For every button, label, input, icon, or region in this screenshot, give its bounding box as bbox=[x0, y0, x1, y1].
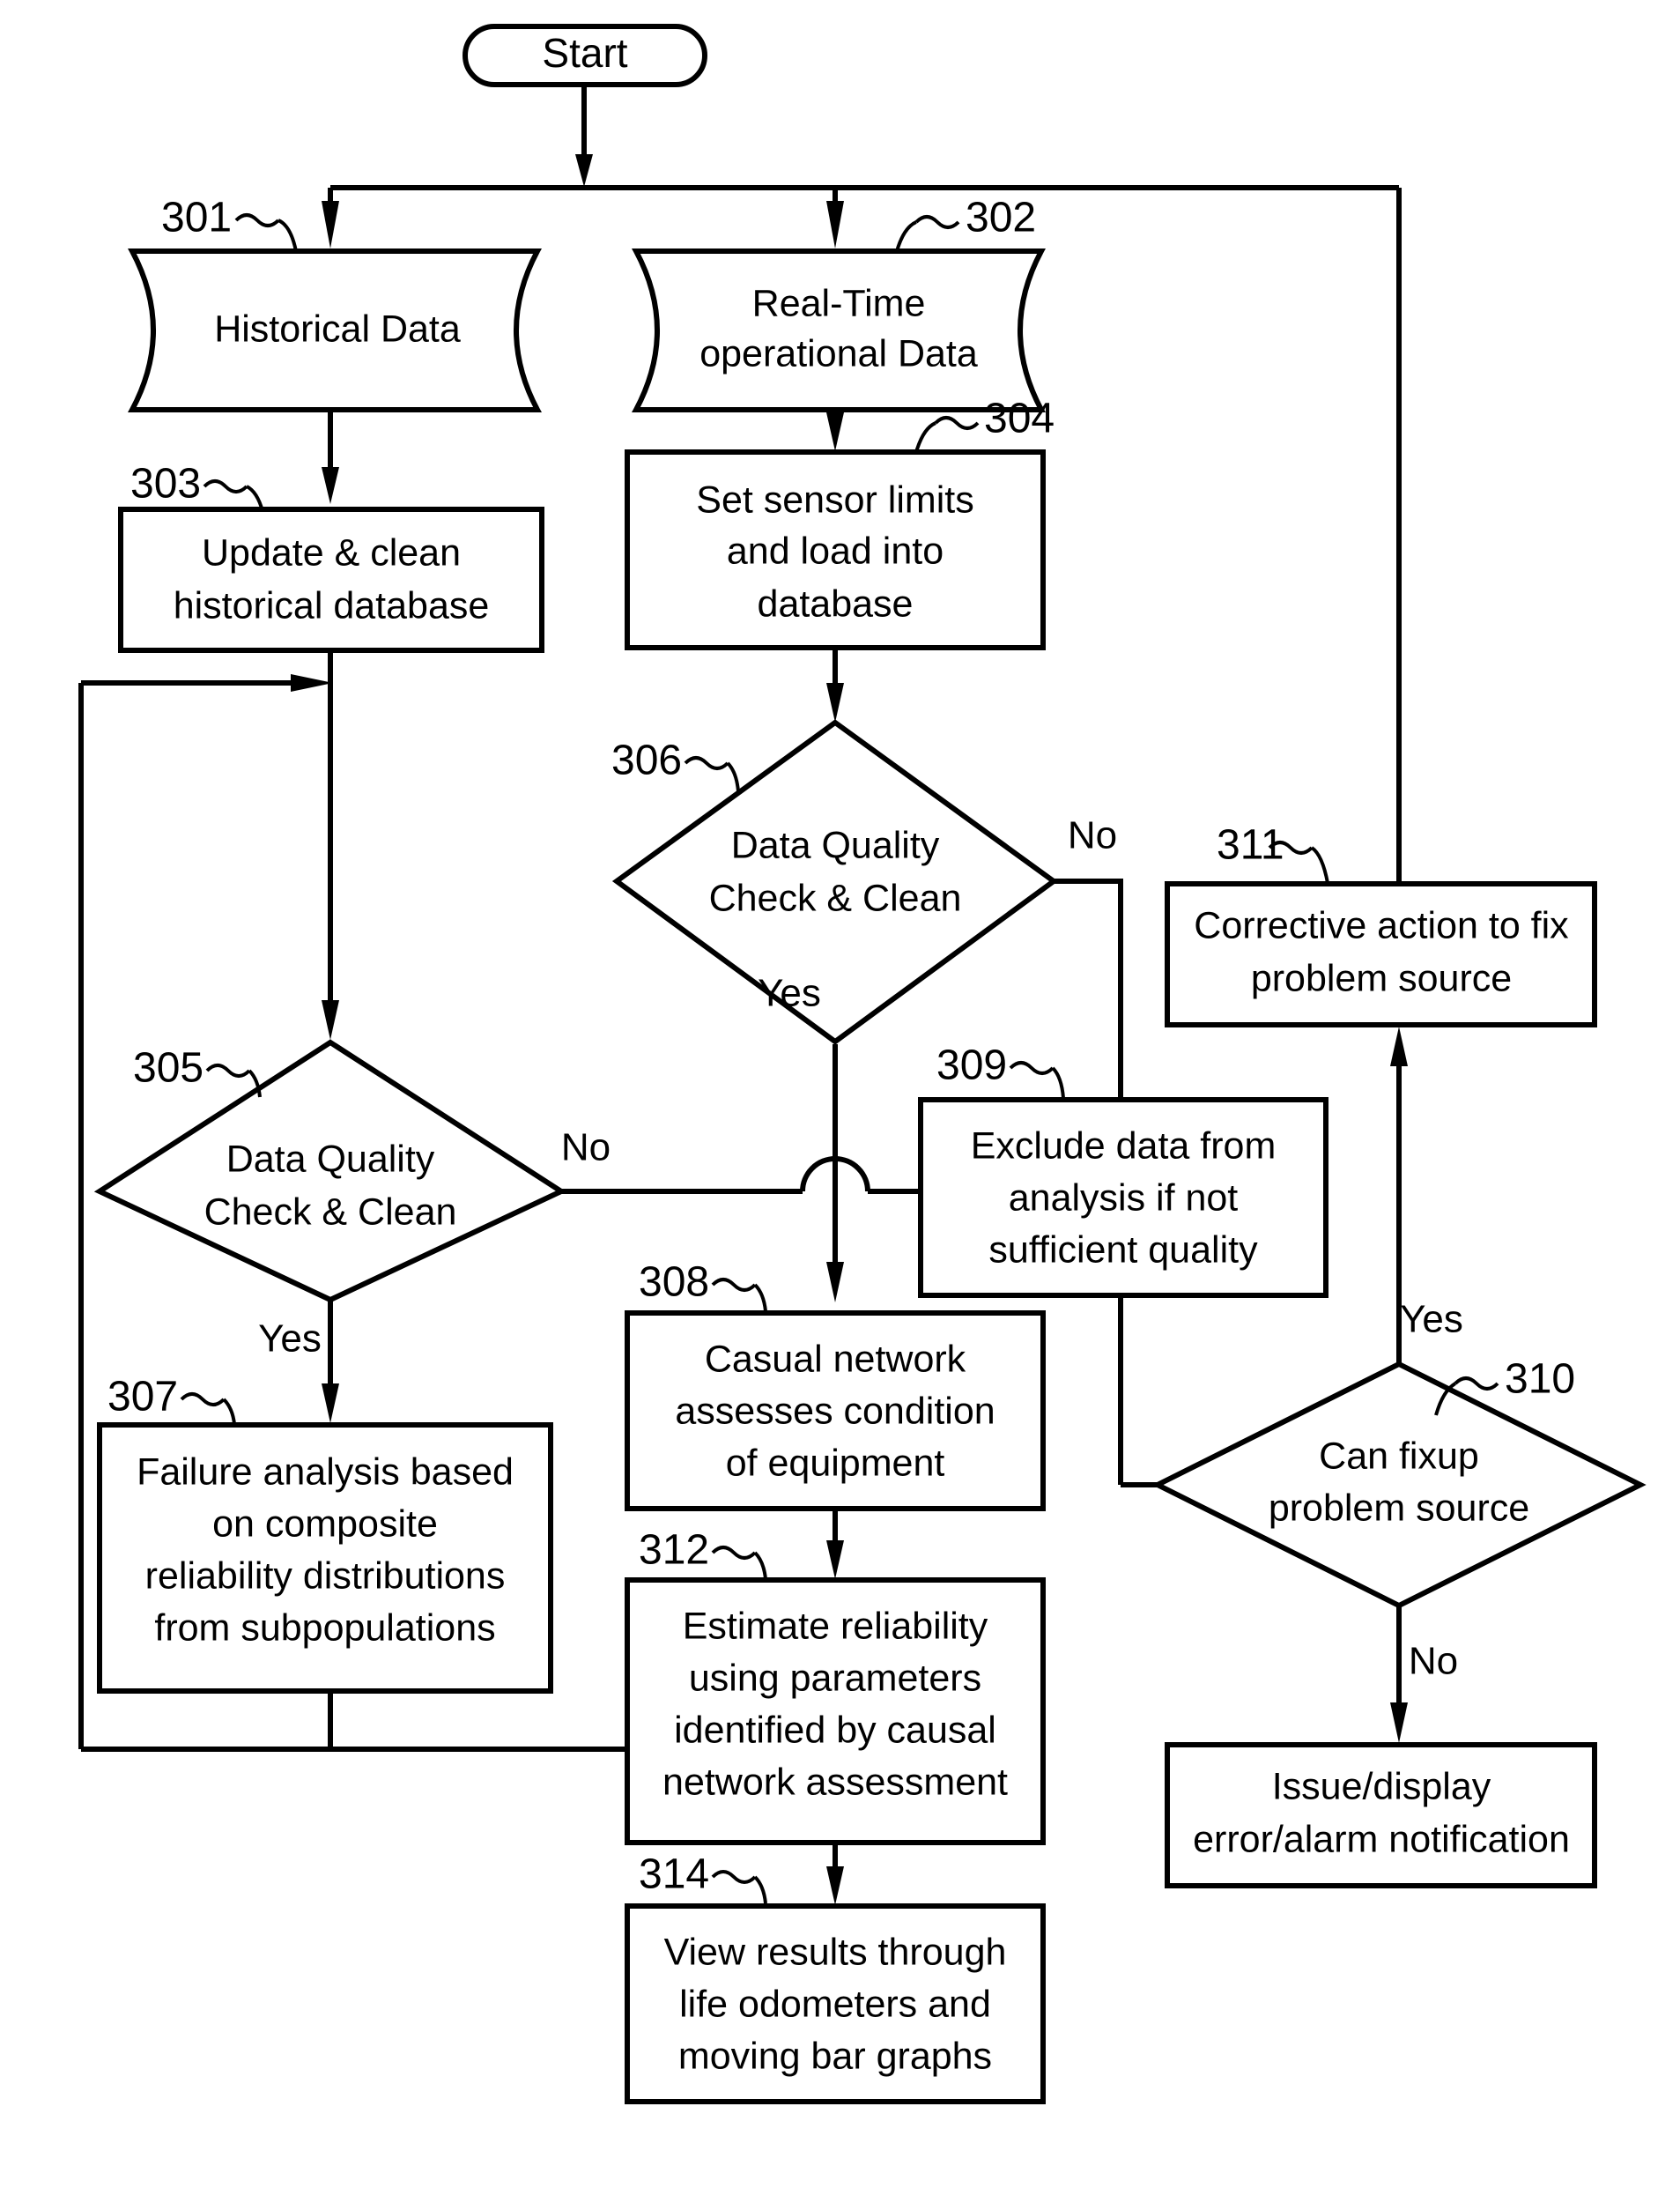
node-307-failure-analysis[interactable]: Failure analysis based on composite reli… bbox=[97, 1422, 553, 1694]
node-306-label-line1: Data Quality bbox=[731, 824, 940, 866]
ref-301-label: 301 bbox=[161, 195, 232, 241]
node-304-label-line3: database bbox=[758, 582, 914, 625]
ref-308: 308 bbox=[639, 1259, 767, 1312]
node-313-label-line2: error/alarm notification bbox=[1193, 1818, 1570, 1860]
node-307-label-line2: on composite bbox=[212, 1502, 438, 1545]
ref-303-label: 303 bbox=[130, 461, 201, 508]
node-314-label-line1: View results through bbox=[664, 1931, 1007, 1973]
node-312-label-line4: network assessment bbox=[662, 1761, 1008, 1803]
node-309-label-line1: Exclude data from bbox=[971, 1124, 1277, 1167]
edge-305-no-to-309 bbox=[561, 1156, 921, 1194]
ref-314: 314 bbox=[639, 1851, 767, 1904]
edge-bus-to-301 bbox=[322, 188, 339, 248]
ref-302: 302 bbox=[895, 195, 1036, 252]
edge-bus-to-302 bbox=[826, 188, 844, 248]
node-302-realtime-data[interactable]: Real-Time operational Data bbox=[632, 248, 1046, 412]
node-305-label-line2: Check & Clean bbox=[204, 1190, 457, 1233]
edge-310-no-to-notification bbox=[1390, 1606, 1408, 1743]
flowchart-svg: Start Historical Data Real-Time operatio… bbox=[78, 24, 1647, 2104]
node-314-label-line2: life odometers and bbox=[679, 1983, 991, 2025]
node-304-label-line2: and load into bbox=[727, 530, 944, 572]
ref-309-label: 309 bbox=[936, 1042, 1007, 1089]
edge-305-yes-to-307 bbox=[322, 1300, 339, 1423]
node-308-label-line2: assesses condition bbox=[675, 1390, 995, 1432]
ref-306: 306 bbox=[611, 738, 740, 792]
node-301-historical-data[interactable]: Historical Data bbox=[128, 248, 542, 412]
ref-305-label: 305 bbox=[133, 1045, 204, 1092]
node-312-estimate-reliability[interactable]: Estimate reliability using parameters id… bbox=[625, 1577, 1046, 1845]
ref-306-label: 306 bbox=[611, 738, 682, 784]
node-312-label-line3: identified by causal bbox=[674, 1709, 996, 1751]
edge-label-306-yes: Yes bbox=[758, 972, 821, 1015]
edge-label-310-no: No bbox=[1409, 1640, 1458, 1683]
ref-311: 311 bbox=[1217, 822, 1329, 884]
edge-label-305-yes: Yes bbox=[258, 1317, 322, 1361]
node-303-update-clean-db[interactable]: Update & clean historical database bbox=[118, 507, 544, 653]
node-311-label-line1: Corrective action to fix bbox=[1194, 904, 1569, 946]
node-issue-display-notification[interactable]: Issue/display error/alarm notification bbox=[1165, 1742, 1597, 1888]
edge-label-310-yes: Yes bbox=[1400, 1298, 1463, 1341]
ref-314-label: 314 bbox=[639, 1851, 709, 1898]
node-313-label-line1: Issue/display bbox=[1272, 1765, 1491, 1807]
node-314-label-line3: moving bar graphs bbox=[678, 2035, 992, 2077]
edge-301-to-303 bbox=[322, 397, 339, 504]
node-308-causal-network[interactable]: Casual network assesses condition of equ… bbox=[625, 1310, 1046, 1511]
node-305-label-line1: Data Quality bbox=[226, 1138, 435, 1180]
flowchart-canvas: Start Historical Data Real-Time operatio… bbox=[0, 0, 1680, 2188]
ref-310-label: 310 bbox=[1505, 1356, 1575, 1403]
edge-label-305-no: No bbox=[561, 1126, 611, 1169]
node-309-label-line2: analysis if not bbox=[1009, 1176, 1239, 1219]
edge-308-to-312 bbox=[826, 1507, 844, 1579]
node-304-label-line1: Set sensor limits bbox=[696, 478, 973, 521]
node-310-label-line2: problem source bbox=[1269, 1487, 1529, 1529]
ref-303: 303 bbox=[130, 461, 264, 512]
node-310-label-line1: Can fixup bbox=[1319, 1435, 1479, 1477]
ref-312: 312 bbox=[639, 1527, 767, 1580]
edge-303-to-305 bbox=[322, 648, 339, 1040]
node-302-label-line1: Real-Time bbox=[752, 282, 926, 324]
node-301-label: Historical Data bbox=[214, 308, 461, 350]
node-306-data-quality-check[interactable]: Data Quality Check & Clean bbox=[611, 719, 1059, 1045]
node-303-label-line2: historical database bbox=[174, 584, 490, 627]
node-303-label-line1: Update & clean bbox=[202, 531, 461, 574]
node-308-label-line1: Casual network bbox=[705, 1338, 966, 1380]
ref-305: 305 bbox=[133, 1045, 262, 1098]
node-309-label-line3: sufficient quality bbox=[988, 1228, 1258, 1271]
node-306-label-line2: Check & Clean bbox=[709, 877, 962, 919]
ref-302-label: 302 bbox=[966, 195, 1036, 241]
edge-label-306-no: No bbox=[1068, 814, 1117, 857]
node-start-label: Start bbox=[542, 30, 627, 76]
ref-309: 309 bbox=[936, 1042, 1065, 1099]
node-start[interactable]: Start bbox=[463, 24, 707, 87]
edge-312-to-314 bbox=[826, 1842, 844, 1905]
ref-307: 307 bbox=[107, 1374, 236, 1425]
edge-start-to-bus bbox=[575, 82, 593, 187]
edge-306-yes-to-308 bbox=[826, 1044, 844, 1302]
node-307-label-line3: reliability distributions bbox=[145, 1554, 506, 1597]
node-311-label-line2: problem source bbox=[1251, 957, 1512, 999]
ref-307-label: 307 bbox=[107, 1374, 178, 1420]
node-302-label-line2: operational Data bbox=[699, 332, 978, 375]
node-311-corrective-action[interactable]: Corrective action to fix problem source bbox=[1165, 881, 1597, 1027]
node-314-view-results[interactable]: View results through life odometers and … bbox=[625, 1903, 1046, 2104]
edge-304-to-306 bbox=[826, 648, 844, 723]
ref-308-label: 308 bbox=[639, 1259, 709, 1306]
ref-312-label: 312 bbox=[639, 1527, 709, 1574]
node-304-set-sensor-limits[interactable]: Set sensor limits and load into database bbox=[625, 449, 1046, 650]
node-312-label-line1: Estimate reliability bbox=[683, 1605, 988, 1647]
node-308-label-line3: of equipment bbox=[726, 1442, 945, 1484]
ref-301: 301 bbox=[161, 195, 298, 252]
node-307-label-line4: from subpopulations bbox=[154, 1606, 495, 1649]
ref-304-label: 304 bbox=[984, 396, 1055, 442]
node-312-label-line2: using parameters bbox=[689, 1657, 981, 1699]
node-309-exclude-data[interactable]: Exclude data from analysis if not suffic… bbox=[918, 1097, 1328, 1298]
node-307-label-line1: Failure analysis based bbox=[137, 1450, 514, 1493]
